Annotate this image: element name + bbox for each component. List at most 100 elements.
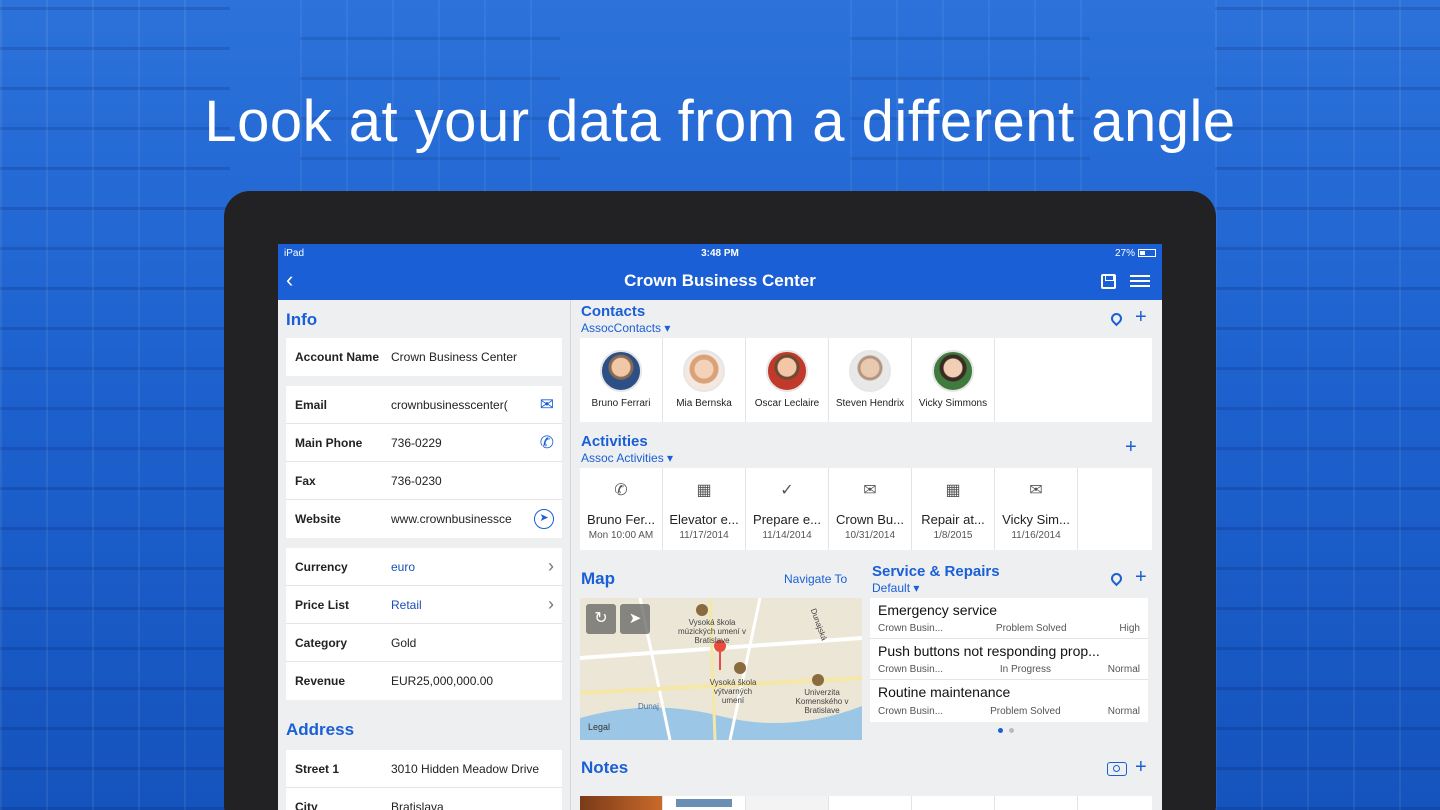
add-activity-icon[interactable]: + (1125, 436, 1137, 459)
currency-row[interactable]: Currency euro › (286, 548, 562, 586)
add-contact-icon[interactable]: + (1135, 306, 1147, 329)
note-tile[interactable] (663, 796, 746, 810)
field-label: Category (295, 635, 348, 650)
service-title: Emergency service (878, 602, 998, 618)
activities-list: ✆ Bruno Fer... Mon 10:00 AM ▦ Elevator e...… (580, 468, 1152, 550)
compass-icon[interactable]: ➤ (534, 509, 554, 529)
field-label: Fax (295, 473, 316, 488)
service-item[interactable]: Emergency service Crown Busin... Problem … (870, 598, 1148, 639)
activity-date: 10/31/2014 (844, 530, 896, 541)
service-item[interactable]: Routine maintenance Crown Busin... Proble… (870, 680, 1148, 721)
activities-filter[interactable]: Assoc Activities ▾ (581, 451, 673, 465)
contact-tile[interactable]: Vicky Simmons (912, 338, 995, 422)
chevron-down-icon: ▾ (913, 581, 920, 595)
page-dot-active (998, 728, 1003, 733)
map-locate-button[interactable]: ➤ (620, 604, 650, 634)
camera-icon[interactable] (1107, 762, 1127, 776)
mail-icon[interactable]: ✉ (540, 395, 554, 415)
activity-date: 11/17/2014 (679, 530, 729, 541)
fax-row[interactable]: Fax 736-0230 (286, 462, 562, 500)
address-card: Street 1 3010 Hidden Meadow Drive City B… (286, 750, 562, 810)
field-label: City (295, 800, 318, 810)
field-label: Price List (295, 597, 350, 612)
city-row[interactable]: City Bratislava (286, 788, 562, 810)
account-name-row[interactable]: Account Name Crown Business Center (286, 338, 562, 376)
mail-icon: ✉ (863, 482, 877, 499)
save-icon[interactable] (1101, 274, 1116, 289)
filter-label: AssocContacts (581, 321, 662, 335)
category-row[interactable]: Category Gold (286, 624, 562, 662)
contact-tile[interactable]: Steven Hendrix (829, 338, 912, 422)
service-account: Crown Busin... (878, 664, 944, 675)
note-tile[interactable] (912, 796, 995, 810)
map-rotate-button[interactable]: ↻ (586, 604, 616, 634)
price-list-row[interactable]: Price List Retail › (286, 586, 562, 624)
activity-tile[interactable]: ✉ Vicky Sim... 11/16/2014 (995, 468, 1078, 550)
service-priority: Normal (1107, 664, 1140, 675)
service-account: Crown Busin... (878, 706, 944, 717)
contacts-filter[interactable]: AssocContacts ▾ (581, 321, 670, 335)
service-status: Problem Solved (990, 706, 1061, 717)
navigate-to-link[interactable]: Navigate To (784, 572, 847, 586)
chevron-right-icon: › (548, 594, 554, 614)
contact-tile[interactable]: Oscar Leclaire (746, 338, 829, 422)
activity-date: 11/14/2014 (762, 530, 812, 541)
map-heading: Map (581, 569, 615, 588)
main-phone-row[interactable]: Main Phone 736-0229 ✆ (286, 424, 562, 462)
field-label: Website (295, 512, 341, 526)
activity-tile[interactable]: ▦ Elevator e... 11/17/2014 (663, 468, 746, 550)
calendar-icon: ▦ (696, 482, 712, 499)
contact-tile[interactable]: Bruno Ferrari (580, 338, 663, 422)
service-priority: High (1119, 623, 1140, 634)
avatar (932, 350, 974, 392)
revenue-row[interactable]: Revenue EUR25,000,000.00 (286, 662, 562, 700)
field-value: 736-0229 (391, 435, 442, 450)
info-heading: Info (286, 310, 318, 329)
chevron-down-icon: ▾ (667, 451, 674, 465)
note-tile[interactable] (995, 796, 1078, 810)
location-pin-icon[interactable] (1108, 570, 1125, 587)
field-value: Retail (391, 597, 422, 612)
calendar-icon: ▦ (945, 482, 961, 499)
avatar (683, 350, 725, 392)
add-note-icon[interactable]: + (1135, 756, 1147, 779)
field-label: Account Name (295, 350, 380, 364)
location-pin-icon[interactable] (1108, 310, 1125, 327)
filter-label: Default (872, 581, 911, 595)
activity-tile[interactable]: ✓ Prepare e... 11/14/2014 (746, 468, 829, 550)
add-service-icon[interactable]: + (1135, 566, 1147, 589)
website-row[interactable]: Website www.crownbusinessce ➤ (286, 500, 562, 538)
field-value: Crown Business Center (391, 350, 518, 364)
field-value: Gold (391, 635, 417, 650)
note-tile[interactable] (746, 796, 829, 810)
mail-icon: ✉ (1029, 482, 1043, 499)
service-item[interactable]: Push buttons not responding prop... Crow… (870, 639, 1148, 680)
map-view[interactable]: Vysoká škola múzických umení v Bratislav… (580, 598, 862, 740)
contact-tile[interactable]: Mia Bernska (663, 338, 746, 422)
contact-name: Vicky Simmons (918, 398, 988, 409)
field-value: 736-0230 (391, 473, 442, 488)
street-row[interactable]: Street 1 3010 Hidden Meadow Drive (286, 750, 562, 788)
map-legal-label[interactable]: Legal (588, 722, 610, 732)
phone-icon[interactable]: ✆ (540, 433, 554, 453)
email-row[interactable]: Email crownbusinesscenter( ✉ (286, 386, 562, 424)
menu-icon[interactable] (1130, 275, 1150, 287)
page-indicator[interactable] (998, 728, 1014, 733)
activity-tile[interactable]: ▦ Repair at... 1/8/2015 (912, 468, 995, 550)
service-filter[interactable]: Default ▾ (872, 581, 919, 595)
field-value: euro (391, 559, 416, 574)
note-tile[interactable] (829, 796, 912, 810)
service-account: Crown Busin... (878, 623, 944, 634)
activity-tile[interactable]: ✆ Bruno Fer... Mon 10:00 AM (580, 468, 663, 550)
activity-title: Elevator e... (669, 512, 739, 527)
account-card: Account Name Crown Business Center (286, 338, 562, 376)
phone-icon: ✆ (614, 482, 628, 499)
note-tile[interactable] (580, 796, 663, 810)
activity-date: 1/8/2015 (933, 530, 973, 541)
page-title: Crown Business Center (624, 271, 816, 290)
field-value: EUR25,000,000.00 (391, 674, 494, 688)
service-title: Routine maintenance (878, 684, 1011, 700)
related-panel: Contacts AssocContacts ▾ + Bruno Ferrari… (572, 300, 1162, 810)
activity-tile[interactable]: ✉ Crown Bu... 10/31/2014 (829, 468, 912, 550)
address-heading: Address (286, 720, 355, 739)
